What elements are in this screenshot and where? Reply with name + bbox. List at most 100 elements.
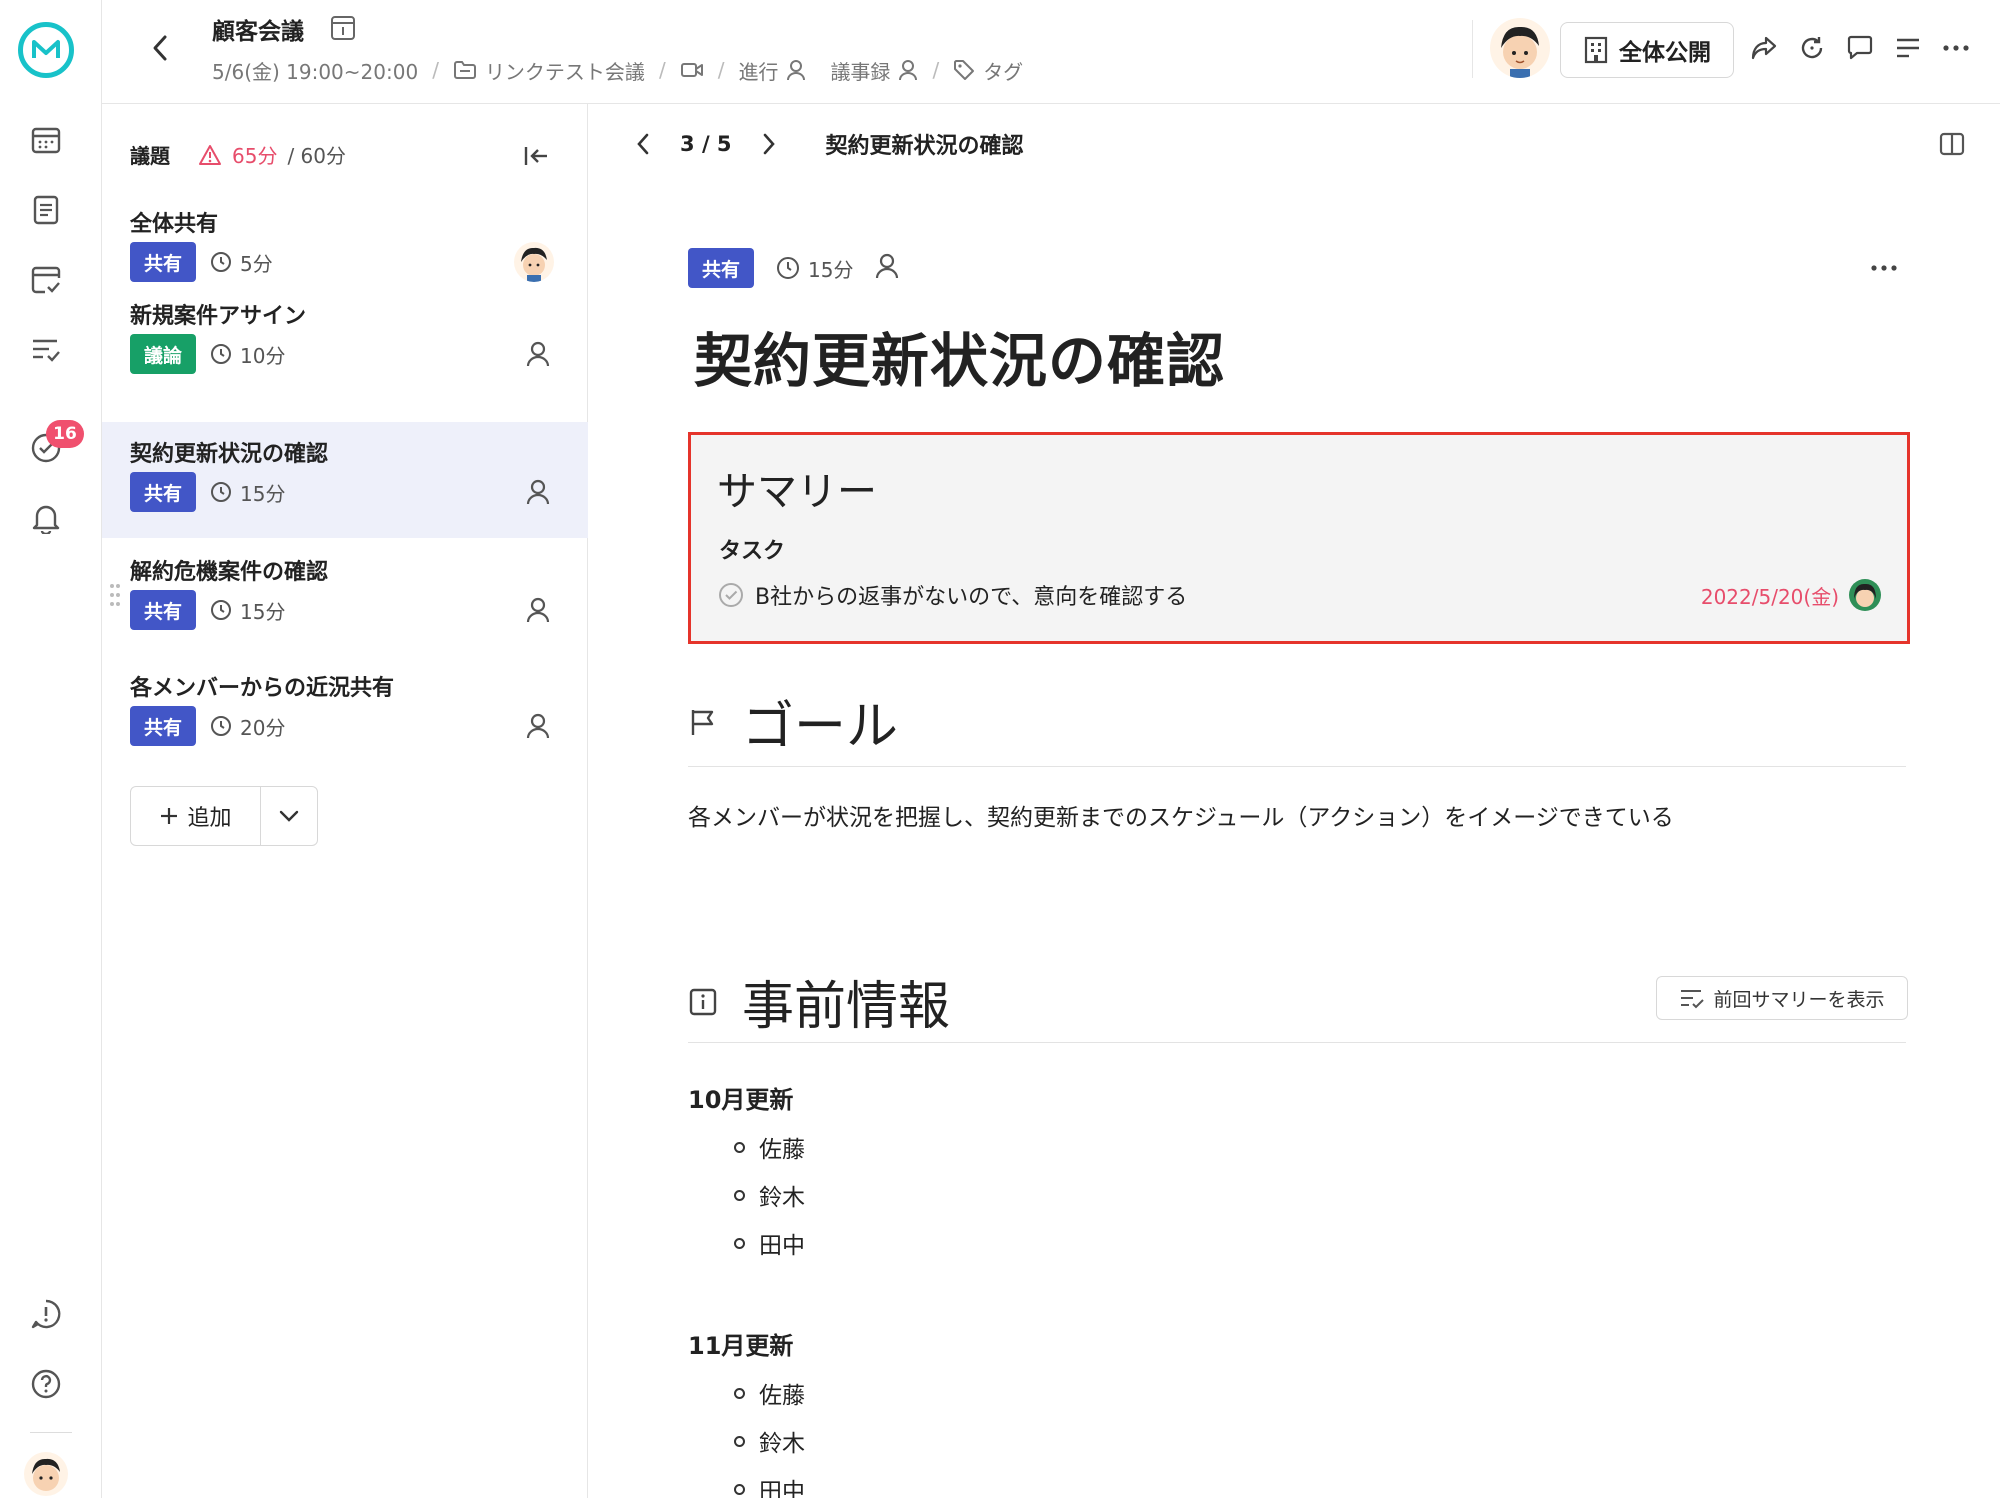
tag-icon <box>954 60 975 80</box>
meeting-info-icon[interactable] <box>330 15 356 41</box>
assignee-avatar[interactable] <box>514 242 554 282</box>
topic-title[interactable]: 契約更新状況の確認 <box>694 314 1225 398</box>
duration-text: 20分 <box>240 715 286 740</box>
task-assignee-avatar[interactable] <box>1849 579 1881 611</box>
folder-icon <box>453 61 476 79</box>
bullet-dot <box>734 1141 745 1153</box>
list-item[interactable]: 鈴木 <box>734 1178 805 1212</box>
topic-duration[interactable]: 15分 <box>776 254 853 283</box>
add-agenda-label: 追加 <box>187 806 232 831</box>
agenda-header: 議題 65分 / 60分 <box>130 140 346 169</box>
prev-topic-icon[interactable] <box>628 129 658 159</box>
list-item-text: 田中 <box>759 1233 805 1259</box>
topic-more-icon[interactable] <box>1866 254 1902 282</box>
duration-text: 15分 <box>808 257 854 282</box>
group-title[interactable]: 11月更新 <box>688 1326 793 1361</box>
duration-text: 10分 <box>240 343 286 368</box>
assignee-person-icon[interactable] <box>522 594 554 626</box>
list-item-text: 田中 <box>759 1479 805 1498</box>
list-item-text: 佐藤 <box>759 1137 805 1163</box>
topic-tag[interactable]: 共有 <box>688 248 755 288</box>
flag-icon <box>691 709 714 735</box>
agenda-label: 議題 <box>130 144 170 168</box>
separator: / <box>432 58 439 82</box>
agenda-item[interactable]: 解約危機案件の確認 共有 15分 <box>102 540 588 656</box>
clock-icon <box>777 257 800 279</box>
clock-icon <box>211 716 232 736</box>
divider <box>688 766 1906 767</box>
topic-pager: 3 / 5 契約更新状況の確認 <box>628 122 1024 166</box>
summary-task[interactable]: B社からの返事がないので、意向を確認する 2022/5/20(金) <box>717 577 1881 613</box>
agenda-item-tag: 議論 <box>130 334 197 374</box>
back-button[interactable] <box>142 30 178 66</box>
agenda-item-title: 解約危機案件の確認 <box>130 560 329 585</box>
visibility-button[interactable]: 全体公開 <box>1560 22 1734 78</box>
list-item[interactable]: 佐藤 <box>734 1376 805 1410</box>
list-item[interactable]: 田中 <box>734 1226 805 1260</box>
assignee-person-icon[interactable] <box>522 476 554 508</box>
assignee-person-icon[interactable] <box>522 710 554 742</box>
assignee-person-icon[interactable] <box>522 338 554 370</box>
agenda-item-title: 契約更新状況の確認 <box>130 442 329 467</box>
group-title[interactable]: 10月更新 <box>688 1080 793 1115</box>
prior-info-heading: 事前情報 <box>742 977 951 1037</box>
agenda-item[interactable]: 各メンバーからの近況共有 共有 20分 <box>102 656 588 772</box>
pager-position: 3 / 5 <box>680 132 732 156</box>
warning-icon <box>199 144 221 165</box>
meeting-datetime[interactable]: 5/6(金) 19:00~20:00 <box>212 56 418 85</box>
add-agenda-button[interactable]: 追加 <box>131 787 261 845</box>
facilitator-field[interactable]: 進行 <box>738 56 806 85</box>
next-topic-icon[interactable] <box>754 129 784 159</box>
task-list-icon[interactable] <box>26 330 66 370</box>
comment-icon[interactable] <box>1842 30 1878 66</box>
feedback-icon[interactable] <box>26 1294 66 1334</box>
app-logo-icon[interactable] <box>18 22 74 78</box>
share-icon[interactable] <box>1746 30 1782 66</box>
minutes-label: 議事録 <box>830 59 891 84</box>
meeting-link[interactable]: リンクテスト会議 <box>453 56 645 85</box>
meeting-link-label: リンクテスト会議 <box>484 59 645 84</box>
person-icon <box>787 60 806 81</box>
add-agenda-button-group: 追加 <box>130 786 318 846</box>
info-icon <box>689 988 717 1015</box>
user-avatar[interactable] <box>24 1452 68 1496</box>
task-due-date[interactable]: 2022/5/20(金) <box>1701 581 1839 610</box>
list-item[interactable]: 佐藤 <box>734 1130 805 1164</box>
left-rail: 16 <box>0 0 102 1498</box>
list-item[interactable]: 田中 <box>734 1472 805 1498</box>
document-icon[interactable] <box>26 190 66 230</box>
more-icon[interactable] <box>1938 30 1974 66</box>
video-icon[interactable] <box>680 61 704 79</box>
tags-field[interactable]: タグ <box>953 56 1023 85</box>
agenda-item-duration: 20分 <box>210 712 285 741</box>
collapse-sidebar-icon[interactable] <box>520 140 552 172</box>
agenda-item-duration: 10分 <box>210 340 285 369</box>
task-checkbox-icon[interactable] <box>717 581 745 609</box>
outline-icon[interactable] <box>1890 30 1926 66</box>
goal-text[interactable]: 各メンバーが状況を把握し、契約更新までのスケジュール（アクション）をイメージでき… <box>688 798 1674 832</box>
building-icon <box>1584 36 1608 64</box>
minutes-field[interactable]: 議事録 <box>830 56 918 85</box>
agenda-item-duration: 5分 <box>210 248 273 277</box>
bell-icon[interactable] <box>26 498 66 538</box>
calendar-icon[interactable] <box>26 120 66 160</box>
list-item[interactable]: 鈴木 <box>734 1424 805 1458</box>
prior-info-section-header: 事前情報 <box>688 964 950 1039</box>
chevron-down-icon[interactable] <box>261 787 317 845</box>
refresh-icon[interactable] <box>1794 30 1830 66</box>
visibility-label: 全体公開 <box>1619 40 1711 66</box>
meeting-title[interactable]: 顧客会議 <box>212 12 304 46</box>
bullet-dot <box>734 1435 745 1447</box>
show-previous-summary-button[interactable]: 前回サマリーを表示 <box>1656 976 1908 1020</box>
help-icon[interactable] <box>26 1364 66 1404</box>
calendar-check-icon[interactable] <box>26 260 66 300</box>
list-item-text: 鈴木 <box>759 1431 805 1457</box>
clock-icon <box>211 252 232 272</box>
divider <box>688 1042 1906 1043</box>
separator: / <box>717 58 725 82</box>
agenda-item-active[interactable]: 契約更新状況の確認 共有 15分 <box>102 422 588 538</box>
owner-avatar[interactable] <box>1490 18 1550 78</box>
topic-assignee-icon[interactable] <box>875 253 899 283</box>
split-view-icon[interactable] <box>1934 126 1970 162</box>
agenda-item[interactable]: 新規案件アサイン 議論 10分 <box>102 284 588 400</box>
